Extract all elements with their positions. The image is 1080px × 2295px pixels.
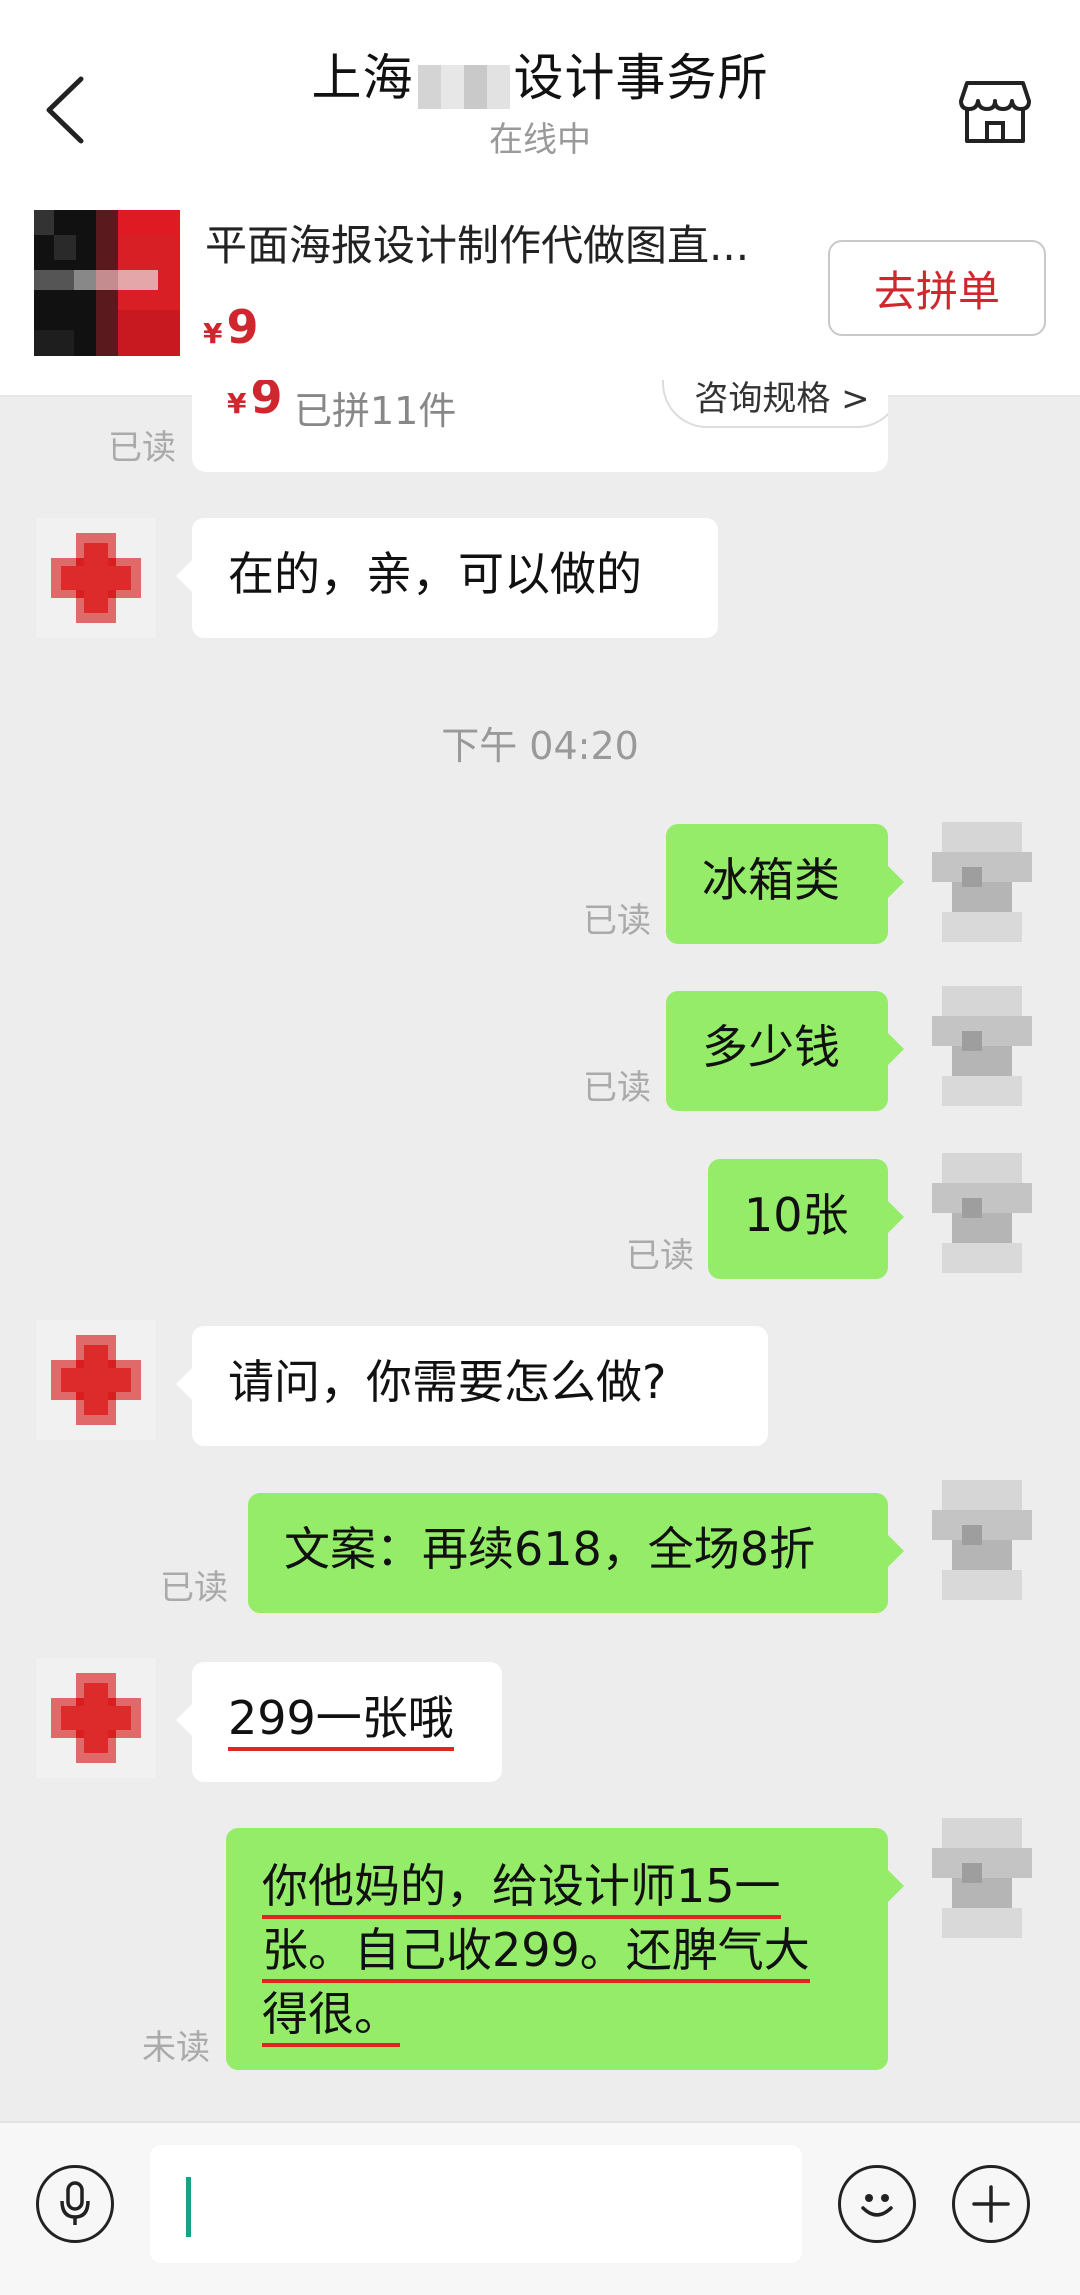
unread-label: 未读 xyxy=(142,2028,210,2068)
currency-symbol: ¥ xyxy=(203,317,223,350)
input-bar xyxy=(0,2121,1080,2295)
price-value: 9 xyxy=(250,380,283,424)
product-price: ¥9 xyxy=(203,300,259,354)
price-value: 9 xyxy=(226,300,259,354)
my-avatar[interactable] xyxy=(922,1153,1042,1273)
message-bubble-sent: 冰箱类 xyxy=(666,824,904,944)
seller-avatar[interactable] xyxy=(36,1320,156,1440)
product-card-partial[interactable]: ¥9 已拼11件 咨询规格 > xyxy=(192,380,888,472)
message-line: 得很。 xyxy=(262,1987,400,2047)
message-line: 张。自己收299。还脾气大 xyxy=(262,1923,810,1983)
my-avatar[interactable] xyxy=(922,1480,1042,1600)
chat-title: 上海 设计事务所 xyxy=(0,42,1080,117)
chat-header: 上海 设计事务所 在线中 平面海报设计制作代做图直... ¥9 去拼单 xyxy=(0,0,1080,397)
message-bubble-sent: 多少钱 xyxy=(666,991,904,1111)
message-bubble-sent: 10张 xyxy=(708,1159,904,1279)
store-button[interactable] xyxy=(955,72,1035,152)
online-status: 在线中 xyxy=(489,120,591,160)
read-label: 已读 xyxy=(583,1068,651,1108)
sold-count: 已拼11件 xyxy=(294,389,457,433)
my-avatar[interactable] xyxy=(922,1818,1042,1938)
emoji-button[interactable] xyxy=(838,2165,916,2243)
timestamp: 下午 04:20 xyxy=(441,724,639,768)
text-caret xyxy=(186,2177,191,2237)
read-label: 已读 xyxy=(626,1236,694,1276)
seller-avatar[interactable] xyxy=(36,1658,156,1778)
title-suffix: 设计事务所 xyxy=(513,49,769,107)
my-avatar[interactable] xyxy=(922,822,1042,942)
my-avatar[interactable] xyxy=(922,986,1042,1106)
voice-button[interactable] xyxy=(36,2165,114,2243)
message-input[interactable] xyxy=(150,2145,802,2263)
message-line: 你他妈的，给设计师15一 xyxy=(262,1859,781,1919)
message-bubble-received: 在的，亲，可以做的 xyxy=(176,518,718,638)
consult-spec-button[interactable]: 咨询规格 > xyxy=(662,380,888,428)
partial-price: ¥9 xyxy=(227,380,283,424)
product-title[interactable]: 平面海报设计制作代做图直... xyxy=(205,212,785,273)
read-label: 已读 xyxy=(160,1568,228,1608)
product-thumbnail[interactable] xyxy=(34,210,180,356)
redacted-name xyxy=(417,64,510,109)
message-bubble-sent: 文案：再续618，全场8折 xyxy=(248,1493,904,1613)
group-buy-button[interactable]: 去拼单 xyxy=(828,240,1046,336)
currency-symbol: ¥ xyxy=(227,387,247,420)
smiley-icon xyxy=(861,2194,893,2217)
store-icon xyxy=(959,81,1031,143)
message-text: 299一张哦 xyxy=(228,1691,454,1751)
more-button[interactable] xyxy=(952,2165,1030,2243)
title-prefix: 上海 xyxy=(311,49,414,107)
plus-icon xyxy=(972,2185,1010,2223)
message-bubble-received: 299一张哦 xyxy=(176,1662,502,1782)
message-bubble-sent: 你他妈的，给设计师15一 张。自己收299。还脾气大 得很。 xyxy=(226,1828,904,2070)
message-bubble-received: 请问，你需要怎么做? xyxy=(176,1326,768,1446)
read-label: 已读 xyxy=(583,901,651,941)
read-label: 已读 xyxy=(108,428,176,468)
seller-avatar[interactable] xyxy=(36,518,156,638)
microphone-icon xyxy=(60,2181,90,2225)
